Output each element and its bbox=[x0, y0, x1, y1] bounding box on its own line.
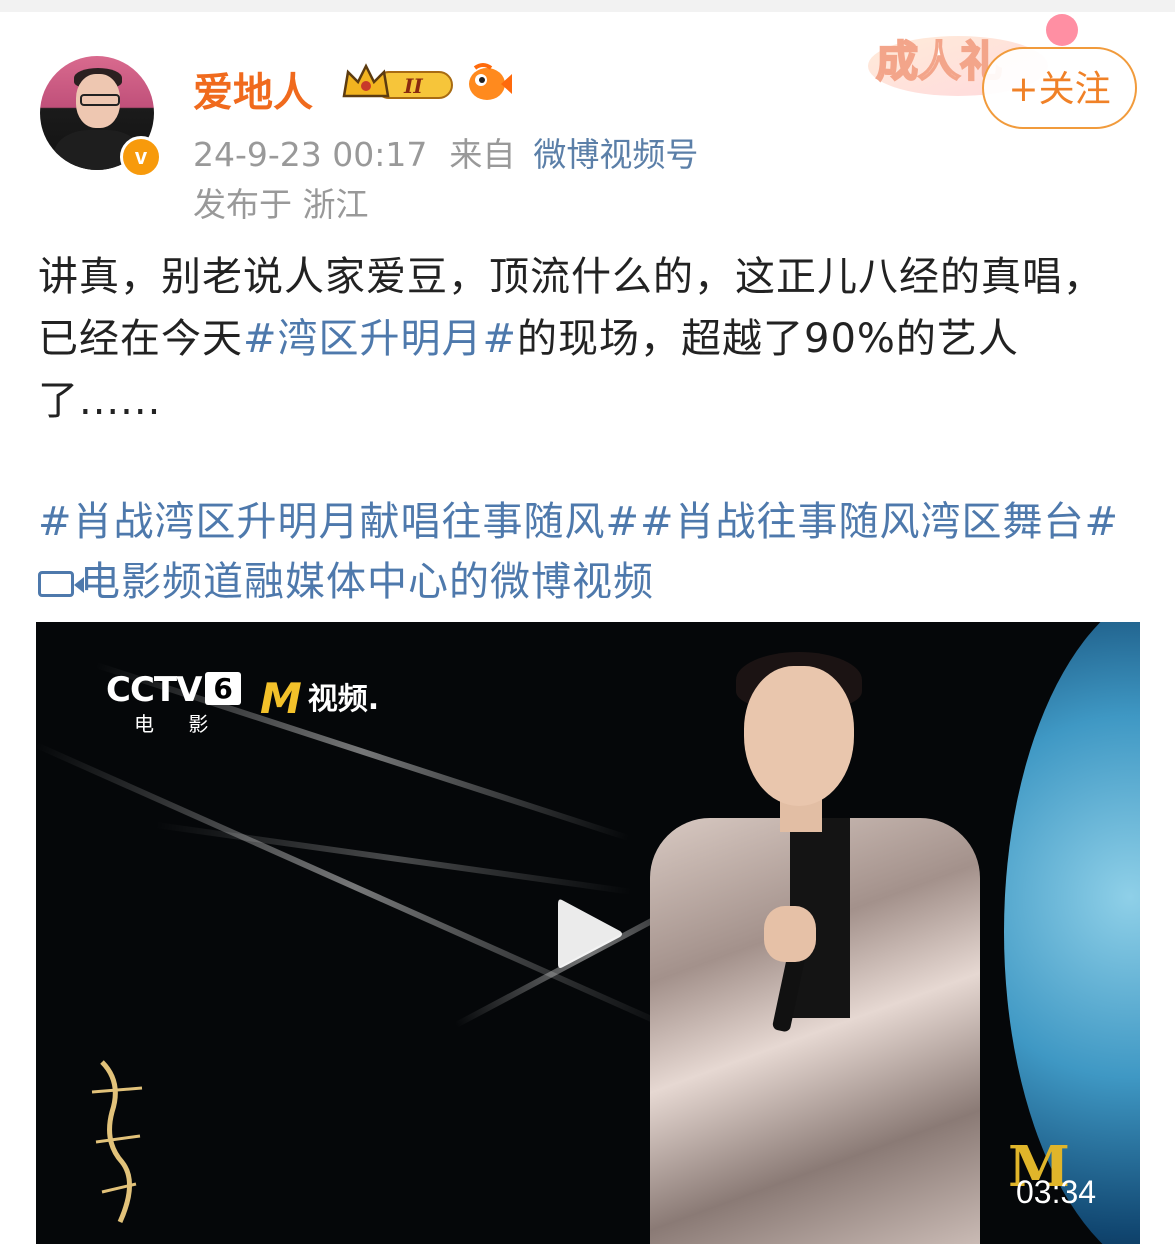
follow-button[interactable]: +关注 bbox=[982, 47, 1137, 129]
play-icon[interactable] bbox=[554, 894, 626, 974]
username[interactable]: 爱地人 bbox=[193, 60, 313, 118]
hashtag-link[interactable]: #湾区升明月# bbox=[243, 316, 517, 362]
cctv-sub-text: 电 影 bbox=[134, 712, 223, 736]
cctv-logo-text: CCTV bbox=[106, 670, 202, 710]
verified-badge-icon: v bbox=[120, 136, 162, 178]
source-link[interactable]: 微博视频号 bbox=[533, 135, 698, 174]
post-text: 讲真，别老说人家爱豆，顶流什么的，这正儿八经的真唱，已经在今天#湾区升明月#的现… bbox=[38, 246, 1138, 432]
video-player[interactable]: CCTV 6 电 影 M 视频. M 03:34 bbox=[36, 622, 1140, 1244]
performer-head bbox=[744, 666, 854, 806]
cctv6-logo: CCTV 6 电 影 bbox=[106, 670, 241, 737]
performer-hand bbox=[764, 906, 816, 962]
video-duration: 03:34 bbox=[1016, 1174, 1097, 1210]
top-divider bbox=[0, 0, 1175, 12]
cctv-channel-number: 6 bbox=[205, 672, 241, 705]
show-title-calligraphy bbox=[91, 1060, 143, 1224]
svg-text:II: II bbox=[403, 74, 423, 98]
m-video-logo-text: 视频. bbox=[307, 682, 380, 717]
m-video-logo: M 视频. bbox=[260, 674, 380, 723]
post-meta: 24-9-23 00:17 来自 微博视频号 bbox=[193, 128, 698, 176]
light-beam bbox=[155, 822, 632, 895]
from-label: 来自 bbox=[449, 135, 516, 174]
video-camera-icon bbox=[38, 571, 84, 597]
fish-icon bbox=[469, 63, 512, 100]
location: 发布于 浙江 bbox=[193, 185, 369, 224]
hashtag-links[interactable]: #肖战湾区升明月献唱往事随风##肖战往事随风湾区舞台# bbox=[38, 499, 1119, 545]
video-source-link[interactable]: 电影频道融媒体中心的微博视频 bbox=[80, 559, 654, 605]
timestamp: 24-9-23 00:17 bbox=[193, 135, 428, 174]
hashtag-block: #肖战湾区升明月献唱往事随风##肖战往事随风湾区舞台# 电影频道融媒体中心的微博视… bbox=[38, 492, 1138, 612]
vip-level-badge-icon: II bbox=[342, 63, 453, 99]
